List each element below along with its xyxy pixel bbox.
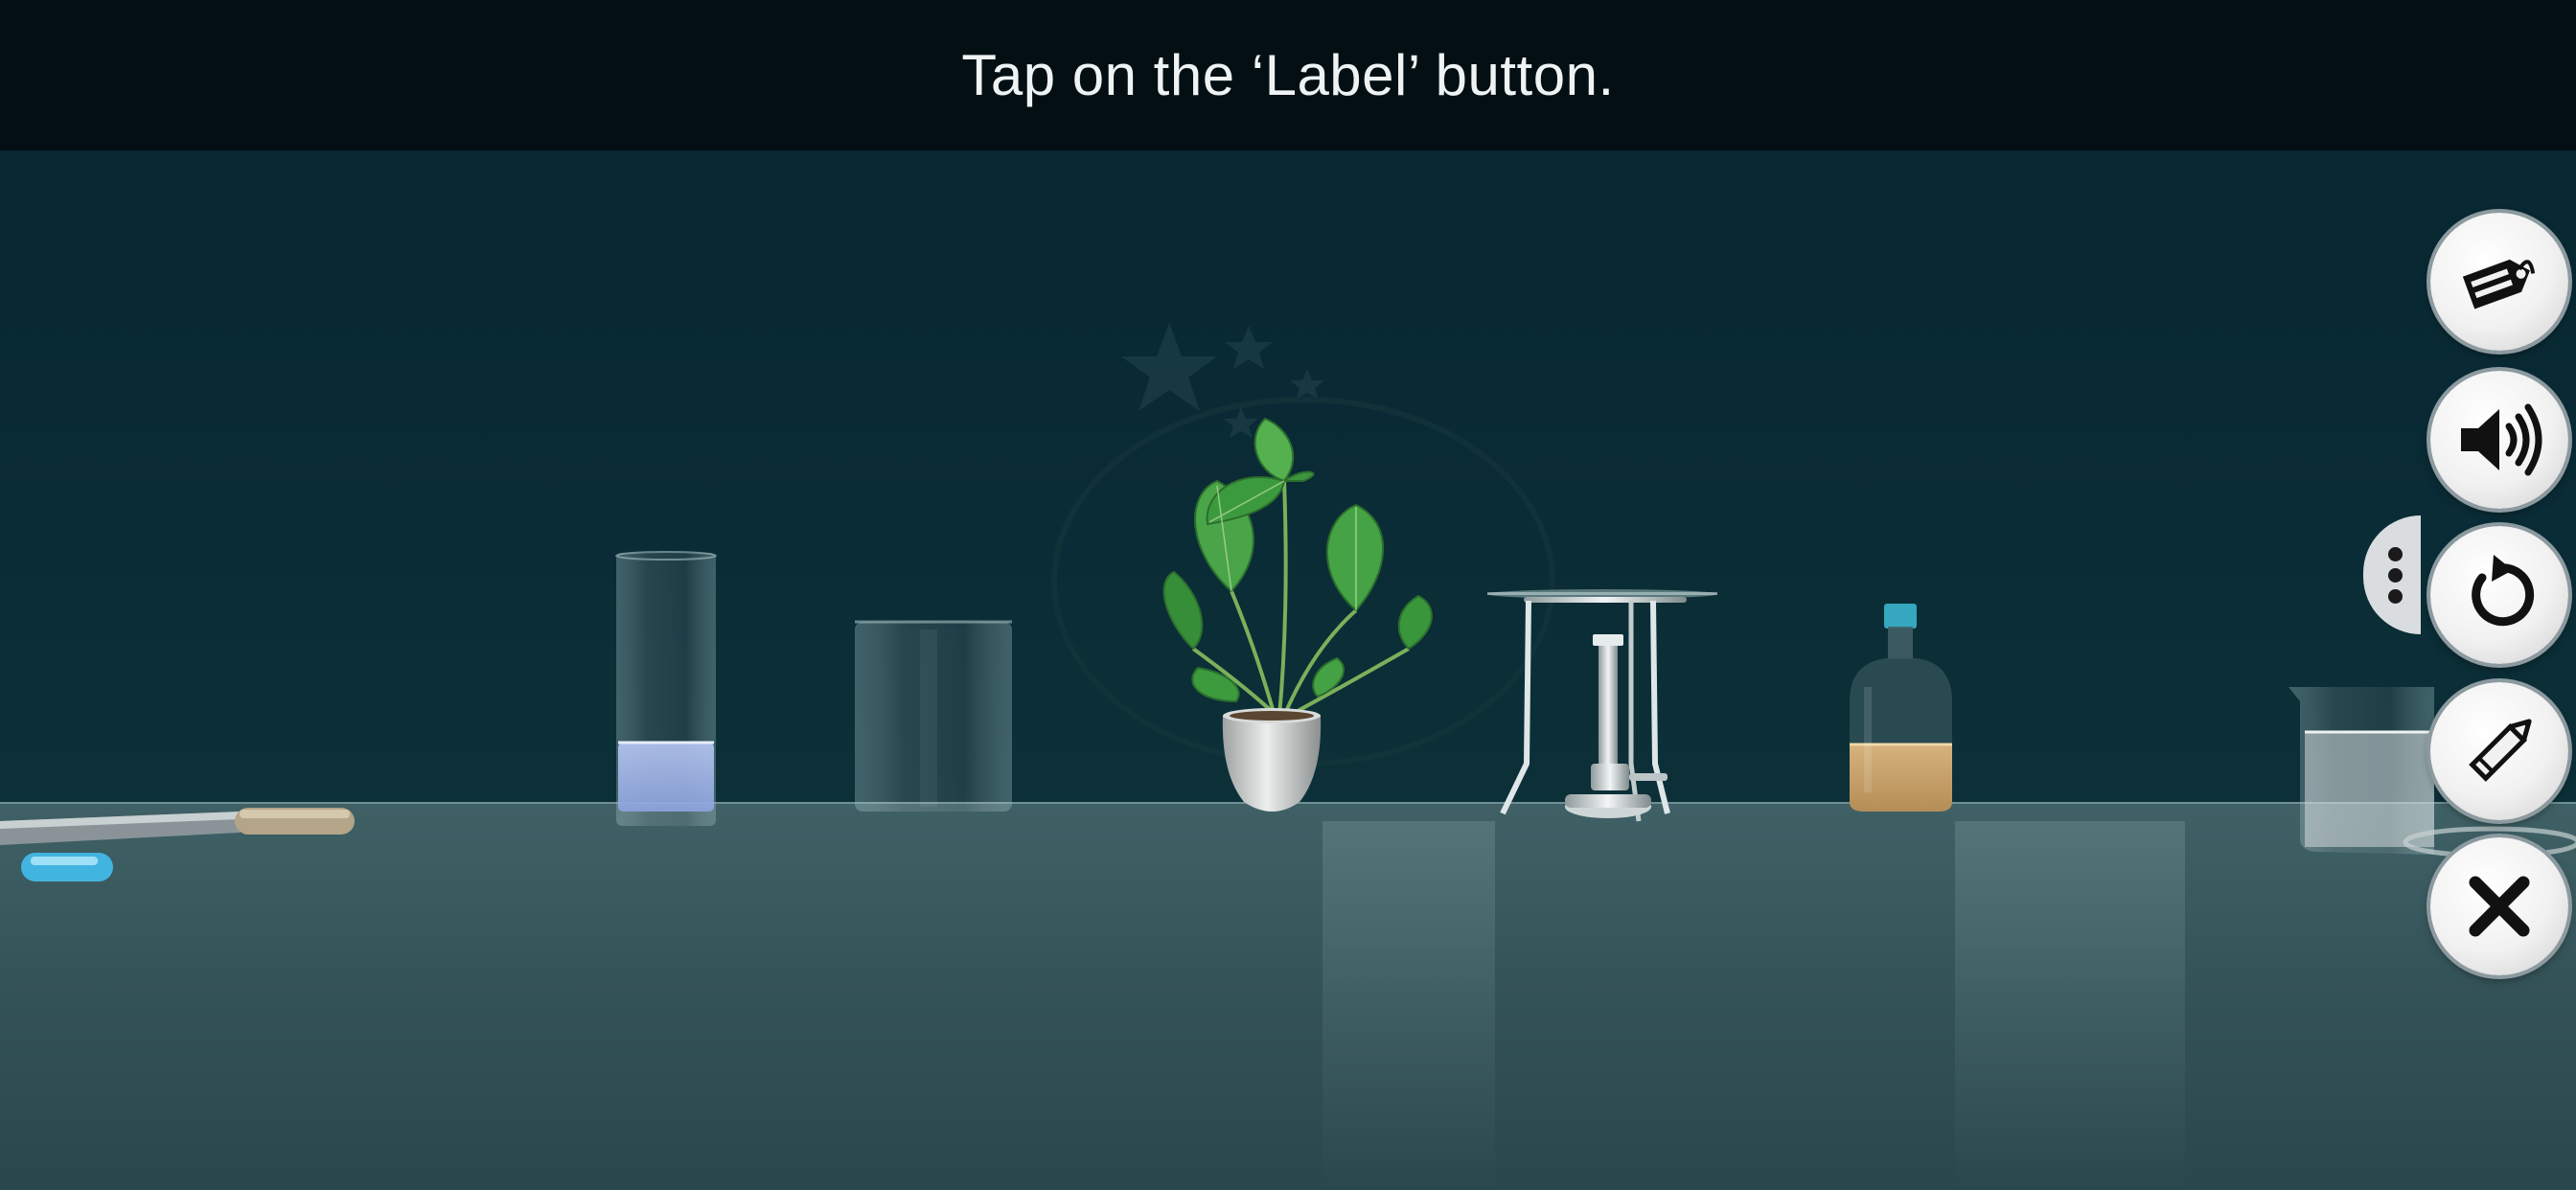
- label-tag-icon: [2462, 259, 2536, 309]
- label-button[interactable]: [2430, 213, 2568, 351]
- close-button[interactable]: [2430, 837, 2568, 975]
- scene-canvas: [0, 323, 2576, 1190]
- more-dot: [2387, 588, 2403, 604]
- more-dots-icon: [2387, 546, 2403, 561]
- close-icon: [2469, 876, 2530, 937]
- pencil-icon: [2469, 719, 2532, 782]
- more-dot: [2387, 567, 2403, 583]
- restart-icon: [2472, 555, 2535, 627]
- lab-table: [0, 802, 2576, 1190]
- draw-button[interactable]: [2430, 682, 2568, 820]
- sound-button[interactable]: [2430, 371, 2568, 509]
- lab-scene: [0, 150, 2576, 1190]
- empty-beaker[interactable]: [855, 620, 1012, 812]
- capsule[interactable]: [21, 853, 113, 881]
- instruction-text: Tap on the ‘Label’ button.: [961, 43, 1615, 107]
- amber-bottle[interactable]: [1850, 604, 1952, 812]
- watermark-stars: [1051, 323, 1555, 767]
- speaker-icon: [2461, 403, 2542, 476]
- lab-stage: Tap on the ‘Label’ button.: [0, 0, 2576, 1190]
- instruction-bar: Tap on the ‘Label’ button.: [0, 0, 2576, 150]
- reset-button[interactable]: [2430, 526, 2568, 664]
